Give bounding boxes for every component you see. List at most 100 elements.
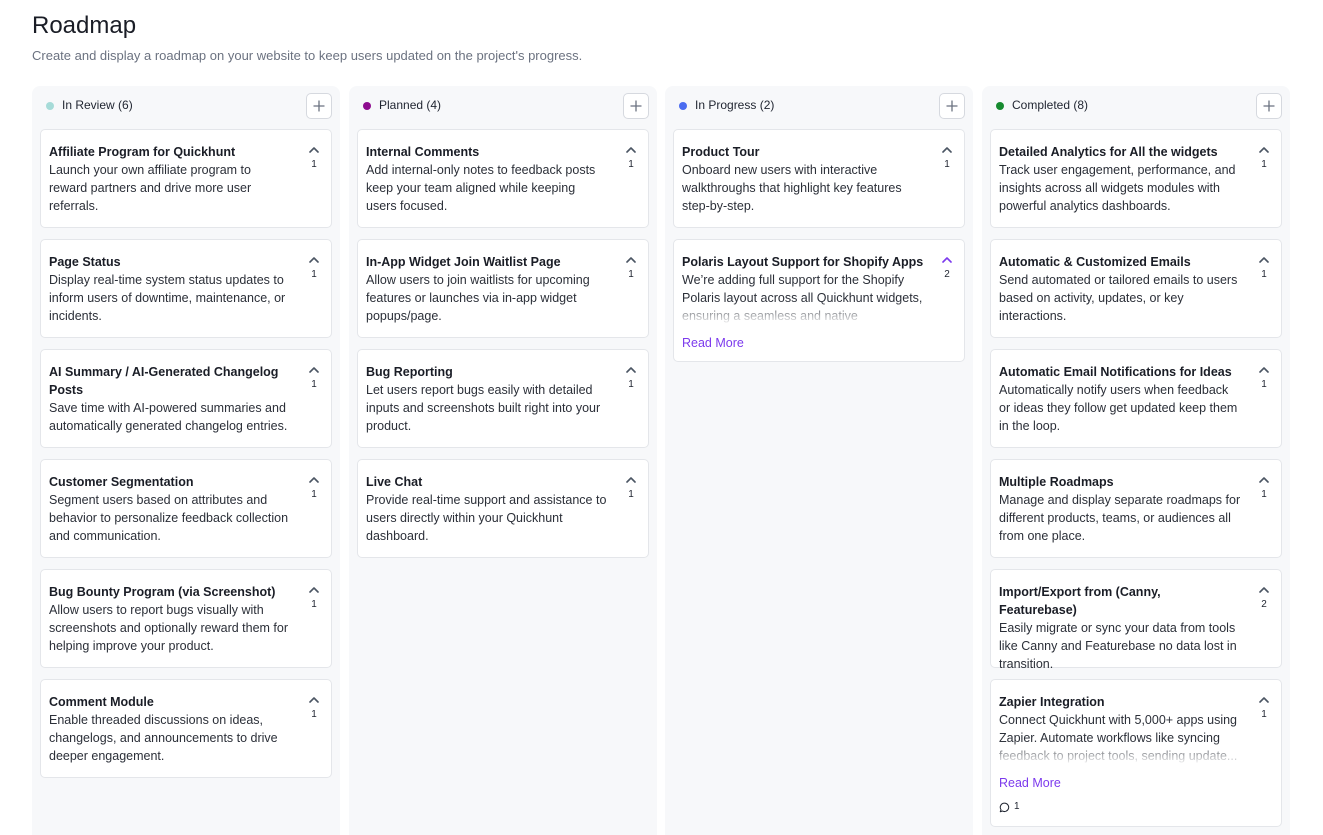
card-title: Affiliate Program for Quickhunt	[49, 145, 236, 159]
vote-count: 2	[944, 269, 950, 280]
vote-count: 1	[311, 709, 317, 720]
read-more-link[interactable]: Read More	[682, 335, 744, 351]
card-description: Allow users to report bugs visually with…	[49, 603, 289, 653]
card-description: Easily migrate or sync your data from to…	[999, 621, 1237, 671]
card-description: Onboard new users with interactive walkt…	[682, 163, 902, 213]
upvote-button[interactable]: 1	[938, 147, 956, 171]
status-dot-icon	[46, 102, 54, 110]
card-description: Automatically notify users when feedback…	[999, 383, 1238, 433]
chevron-up-icon	[622, 147, 640, 157]
add-item-button[interactable]	[939, 93, 965, 119]
upvote-button[interactable]: 1	[1255, 367, 1273, 391]
roadmap-card[interactable]: Detailed Analytics for All the widgets Tr…	[990, 129, 1282, 228]
add-item-button[interactable]	[1256, 93, 1282, 119]
column-title: Completed (8)	[1012, 98, 1089, 112]
upvote-button[interactable]: 1	[1255, 697, 1273, 721]
roadmap-card[interactable]: Comment Module Enable threaded discussion…	[40, 679, 332, 778]
card-title: Automatic Email Notifications for Ideas	[999, 365, 1232, 379]
roadmap-board: In Review (6) Affiliate Program for Quick…	[32, 86, 1290, 835]
upvote-button[interactable]: 2	[1255, 587, 1273, 611]
chevron-up-icon	[305, 697, 323, 707]
card-description: Save time with AI-powered summaries and …	[49, 401, 288, 433]
roadmap-card[interactable]: Bug Reporting Let users report bugs easil…	[357, 349, 649, 448]
roadmap-card[interactable]: Affiliate Program for Quickhunt Launch yo…	[40, 129, 332, 228]
roadmap-card[interactable]: Automatic & Customized Emails Send automa…	[990, 239, 1282, 338]
plus-icon	[313, 100, 325, 112]
card-list: Internal Comments Add internal-only notes…	[357, 129, 649, 569]
upvote-button[interactable]: 1	[305, 477, 323, 501]
roadmap-card[interactable]: In-App Widget Join Waitlist Page Allow us…	[357, 239, 649, 338]
roadmap-card[interactable]: Zapier Integration Connect Quickhunt with…	[990, 679, 1282, 827]
upvote-button[interactable]: 1	[1255, 147, 1273, 171]
card-list: Detailed Analytics for All the widgets Tr…	[990, 129, 1282, 835]
vote-count: 1	[1261, 709, 1267, 720]
upvote-button[interactable]: 1	[305, 147, 323, 171]
chevron-up-icon	[1255, 147, 1273, 157]
read-more-link[interactable]: Read More	[999, 775, 1061, 791]
card-description: Track user engagement, performance, and …	[999, 163, 1236, 213]
chevron-up-icon	[1255, 587, 1273, 597]
card-description: Provide real-time support and assistance…	[366, 493, 607, 543]
roadmap-card[interactable]: Bug Bounty Program (via Screenshot) Allow…	[40, 569, 332, 668]
plus-icon	[946, 100, 958, 112]
card-title: AI Summary / AI-Generated Changelog Post…	[49, 365, 279, 397]
roadmap-card[interactable]: Live Chat Provide real-time support and a…	[357, 459, 649, 558]
chevron-up-icon	[305, 587, 323, 597]
column-planned: Planned (4) Internal Comments Add internal…	[349, 86, 657, 835]
roadmap-card[interactable]: Customer Segmentation Segment users based…	[40, 459, 332, 558]
column-completed: Completed (8) Detailed Analytics for All …	[982, 86, 1290, 835]
comment-count-value: 1	[1014, 801, 1020, 812]
add-item-button[interactable]	[623, 93, 649, 119]
upvote-button[interactable]: 2	[938, 257, 956, 281]
roadmap-card[interactable]: AI Summary / AI-Generated Changelog Post…	[40, 349, 332, 448]
card-description: Manage and display separate roadmaps for…	[999, 493, 1241, 543]
upvote-button[interactable]: 1	[305, 697, 323, 721]
page-header: Roadmap Create and display a roadmap on …	[32, 12, 582, 64]
vote-count: 1	[628, 489, 634, 500]
card-title: In-App Widget Join Waitlist Page	[366, 255, 561, 269]
upvote-button[interactable]: 1	[622, 367, 640, 391]
add-item-button[interactable]	[306, 93, 332, 119]
roadmap-card[interactable]: Page Status Display real-time system stat…	[40, 239, 332, 338]
card-title: Detailed Analytics for All the widgets	[999, 145, 1218, 159]
status-dot-icon	[363, 102, 371, 110]
upvote-button[interactable]: 1	[305, 257, 323, 281]
vote-count: 1	[311, 379, 317, 390]
vote-count: 1	[944, 159, 950, 170]
card-title: Zapier Integration	[999, 695, 1105, 709]
upvote-button[interactable]: 1	[1255, 477, 1273, 501]
card-title: Product Tour	[682, 145, 760, 159]
chevron-up-icon	[622, 257, 640, 267]
card-description: Connect Quickhunt with 5,000+ apps using…	[999, 713, 1238, 763]
column-header: In Progress (2)	[673, 93, 965, 119]
roadmap-card[interactable]: Product Tour Onboard new users with inter…	[673, 129, 965, 228]
roadmap-card[interactable]: Multiple Roadmaps Manage and display sepa…	[990, 459, 1282, 558]
vote-count: 1	[311, 489, 317, 500]
roadmap-card[interactable]: Internal Comments Add internal-only notes…	[357, 129, 649, 228]
chevron-up-icon	[305, 367, 323, 377]
vote-count: 1	[628, 269, 634, 280]
upvote-button[interactable]: 1	[305, 367, 323, 391]
upvote-button[interactable]: 1	[1255, 257, 1273, 281]
comment-count[interactable]: 1	[999, 801, 1241, 813]
upvote-button[interactable]: 1	[622, 257, 640, 281]
card-description: Send automated or tailored emails to use…	[999, 273, 1238, 323]
card-description: Let users report bugs easily with detail…	[366, 383, 601, 433]
card-list: Affiliate Program for Quickhunt Launch yo…	[40, 129, 332, 789]
card-description: We’re adding full support for the Shopif…	[682, 273, 923, 323]
chevron-up-icon	[622, 477, 640, 487]
roadmap-card[interactable]: Polaris Layout Support for Shopify Apps W…	[673, 239, 965, 362]
card-title: Bug Bounty Program (via Screenshot)	[49, 585, 276, 599]
column-header: Completed (8)	[990, 93, 1282, 119]
upvote-button[interactable]: 1	[305, 587, 323, 611]
comment-bubble-icon	[999, 802, 1010, 813]
chevron-up-icon	[305, 477, 323, 487]
column-header: Planned (4)	[357, 93, 649, 119]
roadmap-card[interactable]: Automatic Email Notifications for Ideas A…	[990, 349, 1282, 448]
upvote-button[interactable]: 1	[622, 477, 640, 501]
chevron-up-icon	[1255, 477, 1273, 487]
upvote-button[interactable]: 1	[622, 147, 640, 171]
card-description: Allow users to join waitlists for upcomi…	[366, 273, 590, 323]
roadmap-card[interactable]: Import/Export from (Canny, Featurebase) E…	[990, 569, 1282, 671]
chevron-up-icon	[938, 257, 956, 267]
